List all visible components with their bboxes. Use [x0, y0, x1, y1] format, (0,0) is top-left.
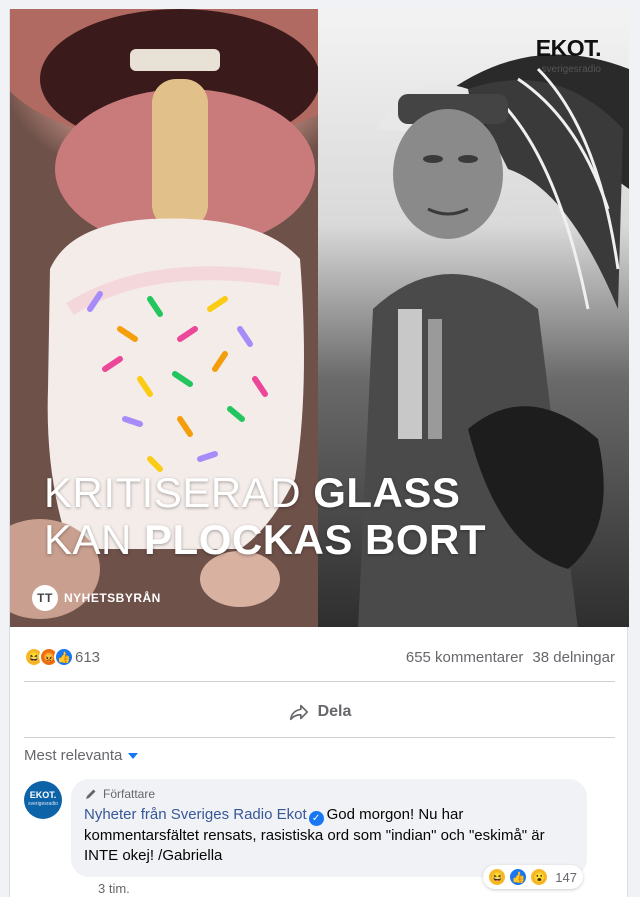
source-badge: TT NYHETSBYRÅN [32, 585, 161, 611]
comment-sort-dropdown[interactable]: Mest relevanta [24, 747, 139, 764]
sort-label: Mest relevanta [24, 747, 123, 764]
verified-check-icon: ✓ [308, 811, 324, 826]
page-background: EKOT. sverigesradio KRITISERAD GLASS KAN… [0, 0, 640, 897]
reaction-icons: 😆 😡 👍 [24, 647, 74, 667]
ekot-logo-text: EKOT. [535, 35, 602, 61]
tt-logo-icon: TT [32, 585, 58, 611]
share-label: Dela [317, 703, 352, 720]
avatar-sub: sverigesradio [28, 801, 58, 807]
share-button[interactable]: Dela [10, 689, 629, 735]
comment-body: Nyheter från Sveriges Radio Ekot ✓ God mor… [84, 805, 574, 866]
comment-reactions[interactable]: 😆 👍 😮 147 [483, 865, 583, 889]
headline-word-2: GLASS [313, 469, 461, 516]
headline-word-1: KRITISERAD [44, 469, 302, 516]
reaction-count: 613 [75, 648, 101, 666]
engagement-counts: 655 kommentarer 38 delningar [406, 649, 615, 666]
avatar-text: EKOT. [29, 790, 57, 800]
headline-word-3: KAN [44, 516, 132, 563]
ekot-logo: EKOT. sverigesradio [535, 35, 602, 81]
like-reaction-icon: 👍 [508, 867, 529, 887]
pencil-icon [86, 789, 96, 799]
comment-timestamp[interactable]: 3 tim. [98, 881, 130, 896]
reaction-summary[interactable]: 😆 😡 👍 613 [24, 647, 100, 667]
author-badge: Författare [84, 787, 574, 801]
shares-count-link[interactable]: 38 delningar [532, 649, 615, 666]
image-headline: KRITISERAD GLASS KAN PLOCKAS BORT [44, 469, 486, 563]
post-image[interactable]: EKOT. sverigesradio KRITISERAD GLASS KAN… [10, 9, 629, 627]
author-badge-label: Författare [103, 787, 156, 801]
comment-author-link[interactable]: Nyheter från Sveriges Radio Ekot [84, 806, 307, 823]
sort-caret-icon [128, 753, 139, 759]
source-badge-label: NYHETSBYRÅN [64, 591, 161, 605]
like-reaction-icon: 👍 [54, 647, 74, 667]
avatar[interactable]: EKOT. sverigesradio [24, 781, 62, 819]
headline-word-4: PLOCKAS BORT [144, 516, 487, 563]
haha-reaction-icon: 😆 [487, 867, 508, 887]
divider-bottom [24, 737, 615, 738]
comment-bubble: Författare Nyheter från Sveriges Radio E… [71, 779, 587, 889]
ekot-logo-sub: sverigesradio [541, 64, 601, 75]
facebook-post: EKOT. sverigesradio KRITISERAD GLASS KAN… [9, 9, 629, 897]
post-stats: 😆 😡 👍 613 655 kommentarer 38 delningar [10, 635, 629, 679]
divider-top [24, 681, 615, 682]
share-arrow-icon [289, 704, 308, 721]
wow-reaction-icon: 😮 [529, 867, 550, 887]
comments-count-link[interactable]: 655 kommentarer [406, 649, 524, 666]
comment-reaction-count: 147 [555, 869, 577, 885]
